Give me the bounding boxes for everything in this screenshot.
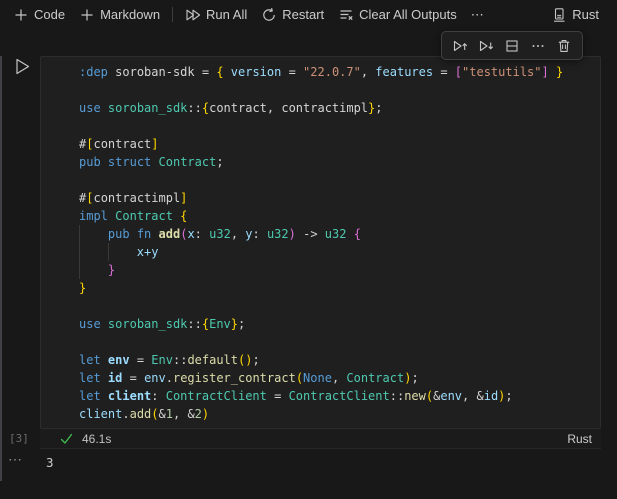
run-all-icon [185, 7, 201, 23]
more-icon[interactable] [530, 38, 546, 54]
restart-label: Restart [282, 7, 325, 22]
split-cell-icon[interactable] [504, 38, 520, 54]
run-cell-icon[interactable] [15, 58, 31, 75]
add-code-cell-button[interactable]: Code [6, 4, 72, 26]
notebook-window: Code Markdown Run All Restart Clear All [0, 0, 617, 499]
execute-above-icon[interactable] [452, 38, 468, 54]
cell-language-picker[interactable]: Rust [567, 432, 601, 446]
execution-duration: 46.1s [82, 431, 112, 446]
more-actions-icon: ⋯ [470, 6, 484, 22]
restart-button[interactable]: Restart [254, 4, 331, 26]
notebook-toolbar: Code Markdown Run All Restart Clear All [0, 0, 617, 29]
toolbar-separator [172, 7, 174, 22]
add-code-label: Code [34, 7, 66, 22]
code-line: use soroban_sdk::{Env}; [79, 317, 246, 331]
plus-icon [79, 7, 95, 23]
code-line: x+y [136, 245, 159, 259]
add-markdown-label: Markdown [100, 7, 161, 22]
delete-icon[interactable] [556, 38, 572, 54]
clear-all-outputs-label: Clear All Outputs [359, 7, 457, 22]
execute-below-icon[interactable] [478, 38, 494, 54]
kernel-icon [551, 7, 567, 23]
code-line: impl Contract { [79, 209, 188, 223]
output-value: 3 [46, 455, 54, 470]
run-all-button[interactable]: Run All [178, 4, 254, 26]
code-line: :dep soroban-sdk = { version = "22.0.7",… [79, 65, 564, 79]
code-line: } [107, 263, 116, 277]
check-icon [60, 433, 73, 445]
code-line: let client: ContractClient = ContractCli… [79, 389, 513, 403]
code-line: client.add(&1, &2) [79, 407, 210, 421]
code-line: pub struct Contract; [79, 155, 224, 169]
code-line: pub fn add(x: u32, y: u32) -> u32 { [107, 227, 361, 241]
code-line: #[contractimpl] [79, 191, 188, 205]
code-line: use soroban_sdk::{contract, contractimpl… [79, 101, 383, 115]
clear-all-outputs-button[interactable]: Clear All Outputs [331, 4, 464, 26]
output-collapse-button[interactable]: ⋯ [8, 451, 23, 468]
cell-toolbar [441, 31, 583, 60]
plus-icon [13, 7, 29, 23]
clear-all-outputs-icon [338, 7, 354, 23]
code-lines: :dep soroban-sdk = { version = "22.0.7",… [41, 57, 600, 423]
execution-count: [3] [9, 432, 29, 445]
kernel-label: Rust [572, 7, 599, 22]
run-all-label: Run All [206, 7, 248, 22]
code-line: #[contract] [79, 137, 159, 151]
kernel-picker-button[interactable]: Rust [544, 4, 606, 26]
add-markdown-cell-button[interactable]: Markdown [72, 4, 167, 26]
code-line: let id = env.register_contract(None, Con… [79, 371, 419, 385]
code-line: let env = Env::default(); [79, 353, 260, 367]
cell-code-editor[interactable]: :dep soroban-sdk = { version = "22.0.7",… [40, 56, 601, 429]
restart-icon [261, 7, 277, 23]
cell-focus-bar [0, 56, 2, 481]
code-line: } [79, 281, 87, 295]
cell-status-bar: 46.1s Rust [40, 429, 601, 449]
toolbar-more-actions-button[interactable]: ⋯ [464, 4, 491, 26]
